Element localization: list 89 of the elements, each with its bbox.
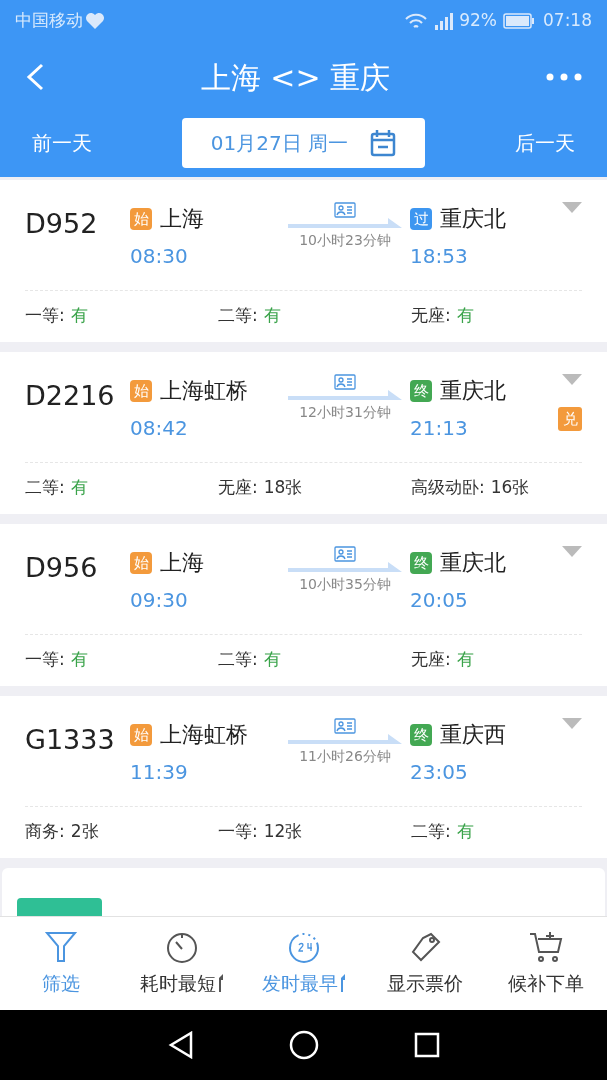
station-badge: 始 (130, 379, 152, 402)
time-text: 21:13 (410, 415, 469, 442)
recents-square-icon[interactable] (413, 1031, 440, 1058)
seat-availability: 12张 (263, 820, 303, 843)
seat-class: 二等: (218, 648, 258, 671)
station-badge: 终 (410, 379, 432, 402)
seat-availability: 16张 (490, 476, 530, 499)
duration-text: 10小时35分钟 (299, 575, 391, 594)
train-number: D956 (25, 551, 99, 585)
seat-class: 商务: (25, 820, 65, 843)
time-text: 23:05 (410, 759, 469, 786)
carrier-text: 中国移动 (15, 9, 83, 33)
id-card-icon (334, 202, 356, 218)
expand-caret-icon[interactable] (562, 718, 582, 729)
seat-availability: 18张 (263, 476, 303, 499)
seat-class: 一等: (25, 648, 65, 671)
toolbar-button[interactable]: 候补下单 (485, 929, 607, 998)
battery-icon (503, 13, 535, 29)
station-name: 重庆北 (440, 205, 506, 233)
seat-class: 无座: (411, 304, 451, 327)
time-text: 11:39 (130, 759, 189, 786)
back-triangle-icon[interactable] (167, 1030, 194, 1059)
home-circle-icon[interactable] (288, 1029, 319, 1060)
expand-caret-icon[interactable] (562, 546, 582, 557)
seat-availability: 有 (456, 304, 474, 327)
train-number: D2216 (25, 379, 116, 413)
train-card[interactable]: D952 始 上海 08:30 10小时23分钟 过 重庆北 18:53 一等: 有 二等: 有 无座: 有 (0, 180, 607, 342)
seat-class: 一等: (218, 820, 258, 843)
station-name: 上海 (160, 205, 204, 233)
id-card-icon (334, 374, 356, 390)
train-card[interactable]: D2216 始 上海虹桥 08:42 12小时31分钟 终 重庆北 21:13 兑 二等: 有 无座: 18张 高级动卧: 16张 (0, 352, 607, 514)
calendar-icon (370, 129, 397, 157)
seat-class: 一等: (25, 304, 65, 327)
seat-class: 二等: (411, 820, 451, 843)
seat-availability: 有 (70, 304, 88, 327)
exchange-badge: 兑 (558, 407, 582, 431)
seat-class: 二等: (218, 304, 258, 327)
time-text: 08:30 (130, 243, 189, 270)
toolbar-button[interactable]: 耗时最短 (121, 929, 243, 998)
train-card[interactable]: D956 始 上海 09:30 10小时35分钟 终 重庆北 20:05 一等: 有 二等: 有 无座: 有 (0, 524, 607, 686)
train-number: G1333 (25, 723, 116, 757)
arrow-icon (288, 218, 402, 228)
station-badge: 始 (130, 551, 152, 574)
seat-availability: 有 (70, 648, 88, 671)
station-name: 重庆北 (440, 549, 506, 577)
train-number: D952 (25, 207, 99, 241)
seat-availability: 有 (456, 648, 474, 671)
clock-text: 07:18 (543, 9, 592, 33)
seat-class: 无座: (218, 476, 258, 499)
seat-availability: 有 (263, 648, 281, 671)
station-name: 上海 (160, 549, 204, 577)
station-badge: 终 (410, 723, 432, 746)
seat-class: 高级动卧: (411, 476, 485, 499)
station-badge: 始 (130, 723, 152, 746)
station-name: 上海虹桥 (160, 721, 248, 749)
arrow-icon (288, 562, 402, 572)
time-text: 09:30 (130, 587, 189, 614)
arrow-icon (288, 390, 402, 400)
station-name: 重庆北 (440, 377, 506, 405)
time-text: 20:05 (410, 587, 469, 614)
wifi-icon (405, 13, 428, 29)
seat-class: 无座: (411, 648, 451, 671)
back-icon[interactable] (25, 63, 45, 91)
page-title: 上海 <> 重庆 (199, 58, 392, 97)
time-text: 08:42 (130, 415, 189, 442)
heart-icon (85, 12, 105, 30)
duration-text: 11小时26分钟 (299, 747, 391, 766)
seat-availability: 有 (70, 476, 88, 499)
duration-text: 12小时31分钟 (299, 403, 391, 422)
duration-text: 10小时23分钟 (299, 231, 391, 250)
time-text: 18:53 (410, 243, 469, 270)
expand-caret-icon[interactable] (562, 202, 582, 213)
more-icon[interactable] (546, 73, 582, 81)
seat-availability: 有 (263, 304, 281, 327)
station-badge: 过 (410, 207, 432, 230)
seat-availability: 有 (456, 820, 474, 843)
id-card-icon (334, 718, 356, 734)
station-badge: 始 (130, 207, 152, 230)
train-card[interactable]: G1333 始 上海虹桥 11:39 11小时26分钟 终 重庆西 23:05 商务: 2张 一等: 12张 二等: 有 (0, 696, 607, 858)
seat-availability: 2张 (70, 820, 99, 843)
station-badge: 终 (410, 551, 432, 574)
station-name: 上海虹桥 (160, 377, 248, 405)
seat-class: 二等: (25, 476, 65, 499)
toolbar-button[interactable]: 显示票价 (364, 929, 486, 998)
station-name: 重庆西 (440, 721, 506, 749)
arrow-icon (288, 734, 402, 744)
id-card-icon (334, 546, 356, 562)
battery-percent: 92% (459, 9, 497, 33)
expand-caret-icon[interactable] (562, 374, 582, 385)
